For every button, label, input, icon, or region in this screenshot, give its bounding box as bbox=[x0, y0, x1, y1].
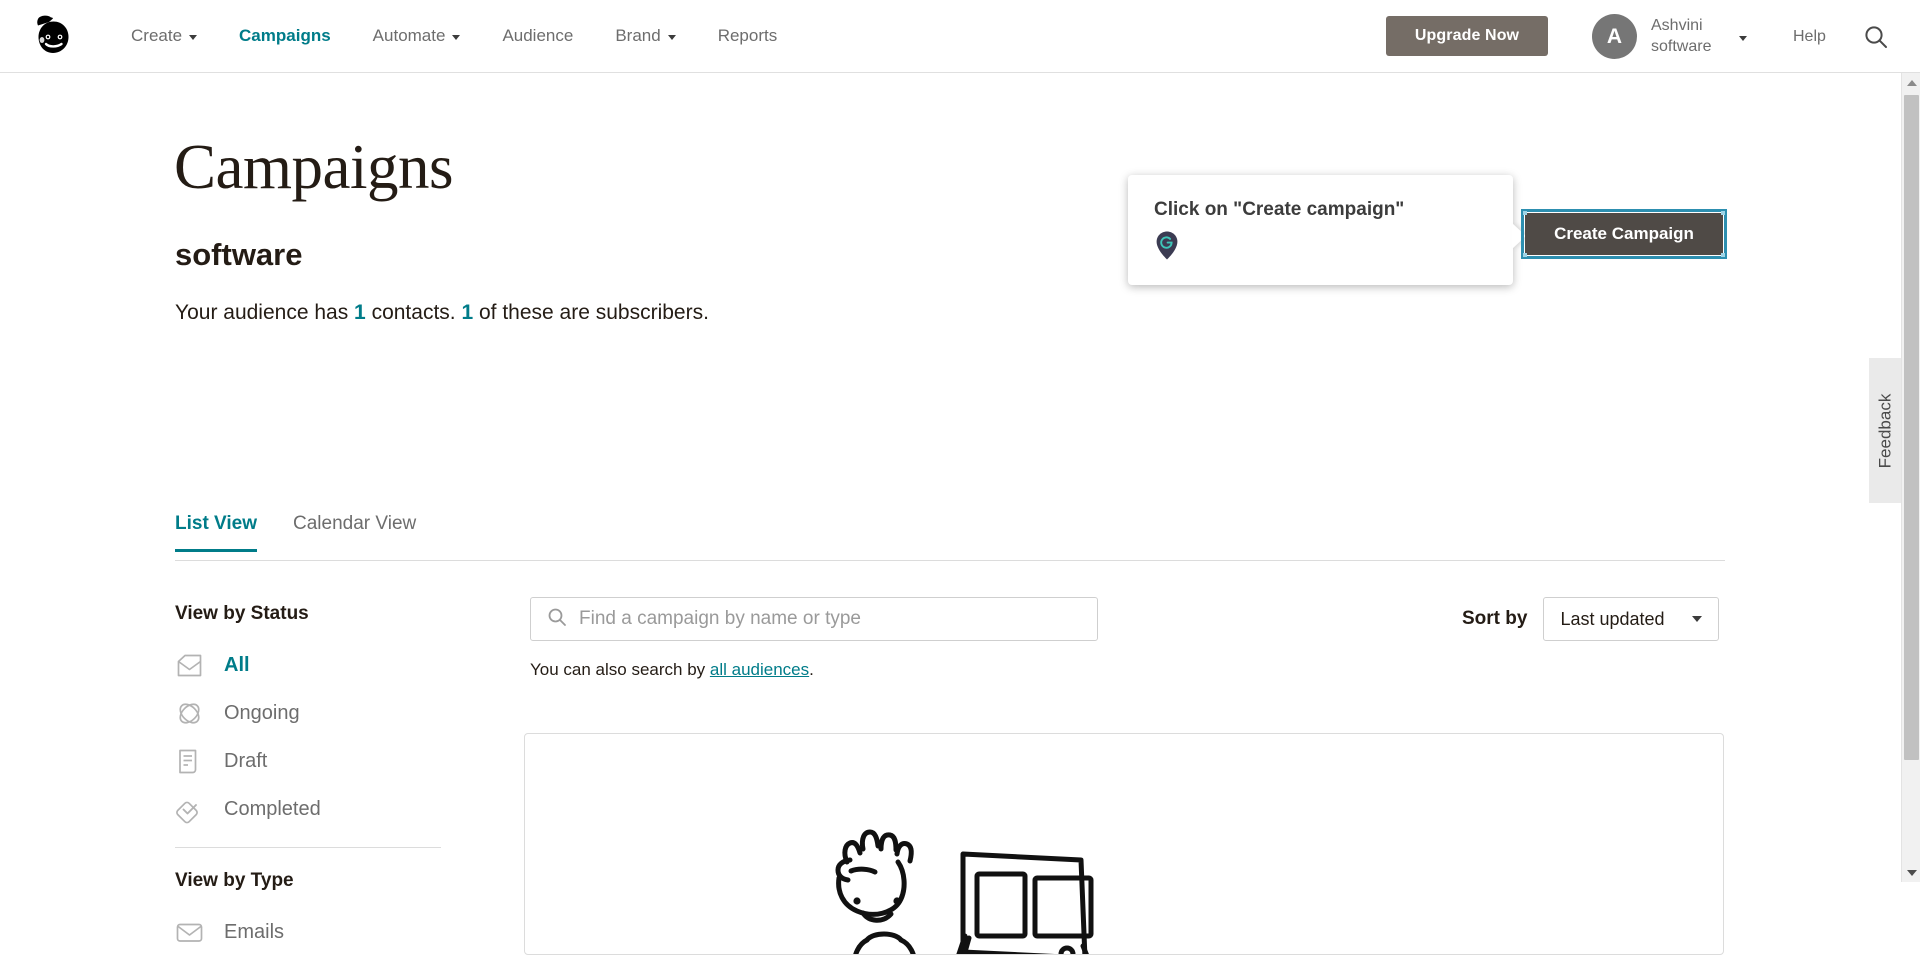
audience-middle: contacts. bbox=[365, 301, 462, 324]
avatar: A bbox=[1592, 14, 1637, 59]
audience-summary: Your audience has 1 contacts. 1 of these… bbox=[175, 301, 709, 325]
create-campaign-button[interactable]: Create Campaign bbox=[1525, 213, 1723, 255]
filter-label: Draft bbox=[224, 749, 268, 772]
view-by-type-heading: View by Type bbox=[175, 870, 294, 891]
inbox-all-icon bbox=[175, 651, 204, 680]
nav-item-label: Brand bbox=[615, 26, 661, 45]
feedback-label: Feedback bbox=[1875, 393, 1895, 468]
filter-status-ongoing[interactable]: Ongoing bbox=[175, 689, 443, 737]
view-by-status-heading: View by Status bbox=[175, 603, 309, 624]
audience-contacts-count: 1 bbox=[354, 301, 366, 324]
filter-status-all[interactable]: All bbox=[175, 641, 443, 689]
filter-status-completed[interactable]: Completed bbox=[175, 785, 443, 833]
campaigns-empty-state-card bbox=[524, 733, 1724, 955]
map-pin-g-icon bbox=[1154, 230, 1180, 260]
chevron-down-icon bbox=[1692, 616, 1703, 622]
nav-item-label: Automate bbox=[372, 26, 446, 45]
filter-type-emails[interactable]: Emails bbox=[175, 908, 443, 956]
search-hint: You can also search by all audiences. bbox=[530, 660, 814, 680]
page-subtitle: software bbox=[175, 237, 303, 272]
chevron-down-icon bbox=[667, 35, 676, 40]
nav-item-brand[interactable]: Brand bbox=[594, 0, 696, 72]
filter-label: Ongoing bbox=[224, 701, 300, 724]
filter-divider bbox=[175, 847, 441, 848]
filter-label: All bbox=[224, 653, 250, 676]
chevron-down-icon bbox=[1739, 35, 1747, 41]
account-menu[interactable]: A Ashvini software bbox=[1592, 14, 1747, 59]
page-content: Campaigns software Your audience has 1 c… bbox=[0, 73, 1901, 955]
chevron-down-icon bbox=[452, 35, 461, 40]
top-navigation-bar: Create Campaigns Automate Audience Brand… bbox=[0, 0, 1920, 73]
instruction-callout: Click on "Create campaign" bbox=[1128, 175, 1526, 285]
search-input[interactable] bbox=[579, 608, 1081, 630]
triangle-up-icon bbox=[1906, 79, 1917, 86]
search-icon[interactable] bbox=[1863, 24, 1889, 50]
help-link[interactable]: Help bbox=[1793, 28, 1826, 46]
audience-prefix: Your audience has bbox=[175, 301, 355, 324]
sort-selected-value: Last updated bbox=[1560, 608, 1665, 629]
search-icon bbox=[547, 607, 567, 632]
nav-item-label: Audience bbox=[502, 26, 574, 45]
campaign-search-box[interactable] bbox=[530, 597, 1098, 641]
feedback-tab[interactable]: Feedback bbox=[1869, 358, 1902, 503]
nav-item-create[interactable]: Create bbox=[110, 0, 218, 72]
callout-text: Click on "Create campaign" bbox=[1154, 199, 1405, 220]
sort-control: Sort by Last updated bbox=[1462, 597, 1720, 641]
sort-by-select[interactable]: Last updated bbox=[1543, 597, 1720, 641]
view-tabs: List View Calendar View bbox=[175, 513, 1725, 561]
audience-suffix: of these are subscribers. bbox=[473, 301, 709, 324]
hand-drawn-person-waving-with-board-icon bbox=[805, 816, 1125, 954]
envelope-icon bbox=[175, 918, 204, 947]
audience-subscribers-count: 1 bbox=[461, 301, 474, 324]
sort-by-label: Sort by bbox=[1462, 608, 1528, 629]
completed-check-icon bbox=[175, 795, 204, 824]
filter-label: Emails bbox=[224, 920, 285, 943]
create-campaign-wrapper: Create Campaign bbox=[1521, 209, 1727, 259]
nav-item-automate[interactable]: Automate bbox=[352, 0, 482, 72]
filter-status-draft[interactable]: Draft bbox=[175, 737, 443, 785]
filter-sidebar: View by Status All Ongoing Draft Complet… bbox=[175, 603, 443, 956]
freddie-monkey-logo-icon bbox=[36, 13, 69, 53]
tab-list-view[interactable]: List View bbox=[175, 513, 258, 552]
primary-nav-items: Create Campaigns Automate Audience Brand… bbox=[110, 0, 798, 72]
upgrade-now-button[interactable]: Upgrade Now bbox=[1386, 16, 1548, 56]
nav-item-reports[interactable]: Reports bbox=[697, 0, 799, 72]
nav-item-label: Campaigns bbox=[239, 26, 331, 45]
search-hint-prefix: You can also search by bbox=[530, 660, 710, 679]
callout-pointer-arrow bbox=[1512, 223, 1526, 249]
scroll-up-button[interactable] bbox=[1902, 73, 1920, 92]
draft-document-icon bbox=[175, 747, 204, 776]
nav-item-campaigns[interactable]: Campaigns bbox=[218, 0, 352, 72]
account-name: Ashvini software bbox=[1651, 17, 1712, 55]
scroll-down-button[interactable] bbox=[1902, 863, 1920, 882]
filter-label: Completed bbox=[224, 797, 321, 820]
scrollbar-thumb[interactable] bbox=[1904, 95, 1919, 760]
tab-calendar-view[interactable]: Calendar View bbox=[293, 513, 416, 549]
chevron-down-icon bbox=[189, 35, 198, 40]
all-audiences-link[interactable]: all audiences bbox=[710, 660, 809, 679]
page-title: Campaigns bbox=[174, 132, 453, 202]
ongoing-orbit-icon bbox=[175, 699, 204, 728]
mailchimp-logo[interactable] bbox=[28, 12, 80, 62]
vertical-scrollbar[interactable] bbox=[1901, 73, 1920, 882]
nav-item-label: Reports bbox=[717, 26, 778, 45]
triangle-down-icon bbox=[1906, 869, 1917, 876]
nav-item-label: Create bbox=[131, 26, 183, 45]
search-hint-suffix: . bbox=[809, 660, 814, 679]
nav-item-audience[interactable]: Audience bbox=[481, 0, 594, 72]
